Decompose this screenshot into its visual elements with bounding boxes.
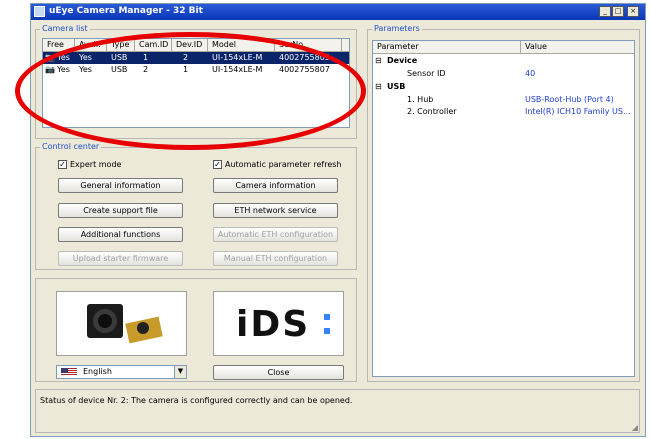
camera-product-image xyxy=(56,291,187,356)
sensor-id-label: Sensor ID xyxy=(407,69,446,78)
auto-refresh-checkbox[interactable]: ✓ Automatic parameter refresh xyxy=(213,160,341,169)
ids-logo-text: iDS xyxy=(236,304,311,345)
sensor-id-value: 40 xyxy=(525,69,536,78)
parameters-label: Parameters xyxy=(372,24,422,33)
usb-group[interactable]: USB xyxy=(387,82,405,93)
controller-value: Intel(R) ICH10 Family US... xyxy=(525,107,631,116)
hub-value: USB-Root-Hub (Port 4) xyxy=(525,95,614,104)
close-window-button[interactable]: × xyxy=(627,6,639,17)
device-group[interactable]: Device xyxy=(387,56,417,67)
automatic-eth-configuration-button[interactable]: Automatic ETH configuration xyxy=(213,227,338,242)
parameters-tree[interactable]: Parameter Value ⊟ Device Sensor ID 40 ⊟ … xyxy=(372,40,635,377)
col-value[interactable]: Value xyxy=(525,42,547,51)
control-center-group: Control center ✓ Expert mode ✓ Automatic… xyxy=(35,142,357,270)
upload-starter-firmware-button[interactable]: Upload starter firmware xyxy=(58,251,183,266)
resize-grip-icon[interactable]: ◢ xyxy=(632,423,638,432)
col-free[interactable]: Free xyxy=(47,40,64,49)
minimize-button[interactable]: _ xyxy=(599,6,611,17)
app-icon xyxy=(34,6,45,17)
language-value: English xyxy=(83,367,112,376)
close-button[interactable]: Close xyxy=(213,365,344,380)
auto-refresh-label: Automatic parameter refresh xyxy=(225,160,342,169)
eth-network-service-button[interactable]: ETH network service xyxy=(213,203,338,218)
language-select[interactable]: English ▼ xyxy=(56,365,187,379)
camera-list-label: Camera list xyxy=(40,24,90,33)
additional-functions-button[interactable]: Additional functions xyxy=(58,227,183,242)
hub-label: 1. Hub xyxy=(407,95,434,104)
checkmark-icon: ✓ xyxy=(213,160,222,169)
general-information-button[interactable]: General information xyxy=(58,178,183,193)
expert-mode-label: Expert mode xyxy=(70,160,122,169)
parameters-header: Parameter Value xyxy=(373,41,634,54)
annotation-ellipse xyxy=(15,32,366,150)
maximize-button[interactable]: □ xyxy=(612,6,624,17)
window-title: uEye Camera Manager - 32 Bit xyxy=(49,6,203,16)
controller-label: 2. Controller xyxy=(407,107,457,116)
us-flag-icon xyxy=(61,368,77,376)
parameters-group: Parameters Parameter Value ⊟ Device Sens… xyxy=(367,24,640,382)
chevron-down-icon[interactable]: ▼ xyxy=(174,366,186,378)
collapse-icon[interactable]: ⊟ xyxy=(375,56,382,67)
title-bar[interactable]: uEye Camera Manager - 32 Bit _ □ × xyxy=(31,4,645,20)
manual-eth-configuration-button[interactable]: Manual ETH configuration xyxy=(213,251,338,266)
ids-logo: iDS xyxy=(213,291,344,356)
status-panel: Status of device Nr. 2: The camera is co… xyxy=(35,389,640,433)
col-parameter[interactable]: Parameter xyxy=(377,42,419,51)
collapse-icon[interactable]: ⊟ xyxy=(375,82,382,93)
product-panel: iDS English ▼ Close xyxy=(35,278,357,382)
camera-information-button[interactable]: Camera information xyxy=(213,178,338,193)
create-support-file-button[interactable]: Create support file xyxy=(58,203,183,218)
control-center-label: Control center xyxy=(40,142,102,151)
expert-mode-checkbox[interactable]: ✓ Expert mode xyxy=(58,160,121,169)
checkmark-icon: ✓ xyxy=(58,160,67,169)
status-text: Status of device Nr. 2: The camera is co… xyxy=(40,396,353,405)
